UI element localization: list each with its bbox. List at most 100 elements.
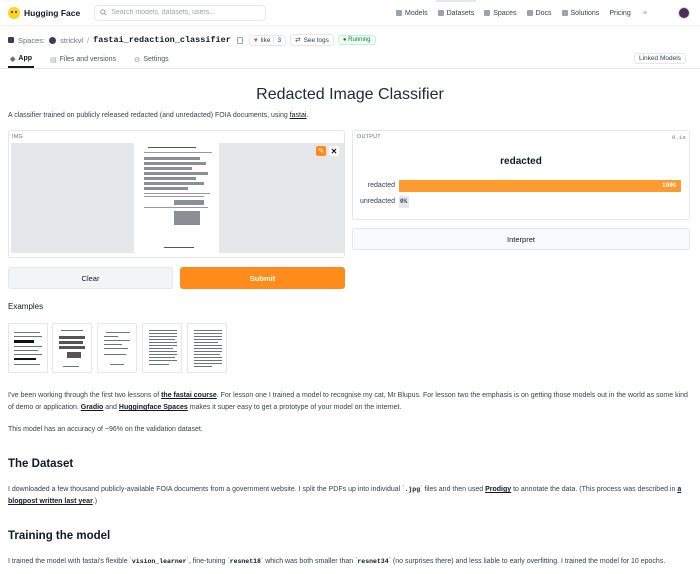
linked-models-label: Linked Models: [639, 55, 681, 62]
models-icon: [396, 10, 402, 16]
search-icon: [100, 9, 107, 16]
like-button[interactable]: ♥ like 3: [248, 34, 287, 46]
huggingface-spaces-link[interactable]: Huggingface Spaces: [119, 404, 188, 411]
nav-datasets[interactable]: Datasets: [435, 0, 476, 26]
example-thumbnail[interactable]: [97, 323, 137, 373]
confidence-label: unredacted: [359, 198, 395, 205]
confidence-value: 0%: [400, 198, 408, 205]
text: ` which was both smaller than `: [260, 558, 358, 565]
docs-icon: [526, 10, 533, 16]
brand-logo[interactable]: Hugging Face: [8, 6, 81, 19]
training-paragraph: I trained the model with fastai's flexib…: [8, 556, 692, 568]
text: makes it super easy to get a prototype o…: [187, 404, 402, 411]
example-thumbnail[interactable]: [187, 323, 227, 373]
like-count: 3: [273, 36, 281, 44]
see-logs-button[interactable]: ⇄ See logs: [290, 34, 334, 46]
confidence-value: 100%: [662, 182, 677, 189]
tab-settings[interactable]: ⚙ Settings: [132, 51, 171, 68]
training-heading: Training the model: [8, 530, 111, 542]
input-label: IMG: [12, 134, 23, 140]
hugging-face-logo-icon: [8, 6, 20, 19]
inline-code: resnet18: [229, 558, 261, 565]
confidence-row: redacted 100%: [352, 180, 690, 192]
clear-button[interactable]: Clear: [8, 267, 173, 289]
linked-models-button[interactable]: Linked Models: [634, 53, 686, 64]
tab-label: Files and versions: [59, 56, 117, 63]
app-description: A classifier trained on publicly release…: [8, 112, 308, 119]
predicted-label: redacted: [500, 156, 542, 167]
example-thumbnail[interactable]: [52, 323, 92, 373]
fastai-link[interactable]: fastai: [290, 112, 307, 119]
logs-icon: ⇄: [295, 37, 301, 44]
fastai-course-link[interactable]: the fastai course: [161, 392, 217, 399]
app-icon: ◆: [10, 55, 16, 63]
description-text: A classifier trained on publicly release…: [8, 112, 290, 119]
inline-code: resnet34: [357, 558, 389, 565]
text: I've been working through the first two …: [8, 392, 162, 399]
spaces-icon: [484, 10, 491, 16]
spaces-prefix: Spaces:: [18, 35, 46, 45]
text: I trained the model with fastai's flexib…: [8, 558, 132, 565]
confidence-bar: [399, 180, 681, 192]
path-separator: /: [87, 35, 90, 45]
heart-icon: ♥: [253, 36, 258, 44]
prodigy-link[interactable]: Prodigy: [485, 486, 511, 493]
example-thumbnail[interactable]: [8, 323, 48, 373]
user-avatar[interactable]: [678, 7, 690, 19]
examples-heading: Examples: [8, 302, 44, 311]
search-input[interactable]: [111, 9, 262, 16]
nav-spaces[interactable]: Spaces: [484, 0, 517, 26]
nav-solutions[interactable]: Solutions: [561, 0, 600, 26]
submit-button[interactable]: Submit: [180, 267, 345, 289]
text: and: [103, 404, 119, 411]
like-label: like: [260, 36, 271, 44]
solutions-icon: [561, 10, 568, 16]
nav-label: Pricing: [609, 9, 631, 17]
dataset-paragraph: I downloaded a few thousand publicly-ava…: [8, 484, 692, 508]
example-thumbnail[interactable]: [142, 323, 182, 373]
menu-icon: ·≡: [640, 9, 648, 17]
confidence-row: unredacted 0%: [352, 196, 690, 208]
nav-links: Models Datasets Spaces Docs Solutions Pr…: [396, 0, 657, 26]
nav-menu[interactable]: ·≡: [641, 0, 647, 26]
nav-label: Solutions: [570, 9, 600, 17]
text: to annotate the data. (This process was …: [511, 486, 678, 493]
brand-name: Hugging Face: [24, 7, 81, 18]
space-header: Spaces: strickvl / fastai_redaction_clas…: [8, 33, 376, 47]
status-text: Running: [348, 37, 371, 43]
app-title: Redacted Image Classifier: [256, 86, 444, 103]
nav-label: Datasets: [446, 9, 475, 17]
space-name[interactable]: fastai_redaction_classifier: [93, 35, 231, 45]
intro-paragraph: I've been working through the first two …: [8, 390, 692, 414]
tab-app[interactable]: ◆ App: [8, 51, 34, 68]
pencil-icon: ✎: [318, 148, 324, 155]
datasets-icon: [437, 10, 444, 16]
owner-avatar: [49, 36, 57, 44]
text: ` (no surprises there) and less liable t…: [388, 558, 666, 565]
copy-icon[interactable]: [236, 36, 243, 44]
search-box[interactable]: [94, 4, 267, 21]
see-logs-label: See logs: [303, 36, 329, 44]
description-end: .: [306, 112, 309, 119]
accuracy-paragraph: This model has an accuracy of ~96% on th…: [8, 426, 203, 433]
clear-image-button[interactable]: ✕: [329, 146, 339, 156]
nav-label: Docs: [535, 9, 552, 17]
space-owner[interactable]: strickvl: [60, 36, 83, 45]
edit-image-button[interactable]: ✎: [316, 146, 326, 156]
space-tabs: ◆ App ▤ Files and versions ⚙ Settings: [8, 51, 171, 68]
nav-pricing[interactable]: Pricing: [609, 0, 630, 26]
nav-label: Spaces: [493, 9, 517, 17]
text: .): [92, 498, 98, 505]
tab-label: Settings: [143, 56, 169, 63]
files-icon: ▤: [50, 56, 57, 64]
text: ` files and then used: [420, 486, 486, 493]
gradio-link[interactable]: Gradio: [81, 404, 104, 411]
text: I downloaded a few thousand publicly-ava…: [8, 486, 405, 493]
interpret-button[interactable]: Interpret: [352, 228, 690, 250]
nav-docs[interactable]: Docs: [526, 0, 552, 26]
tab-files[interactable]: ▤ Files and versions: [48, 51, 118, 68]
close-icon: ✕: [330, 146, 338, 156]
tabs-divider: [0, 68, 700, 69]
image-upload-area[interactable]: [11, 143, 345, 253]
nav-models[interactable]: Models: [396, 0, 428, 26]
